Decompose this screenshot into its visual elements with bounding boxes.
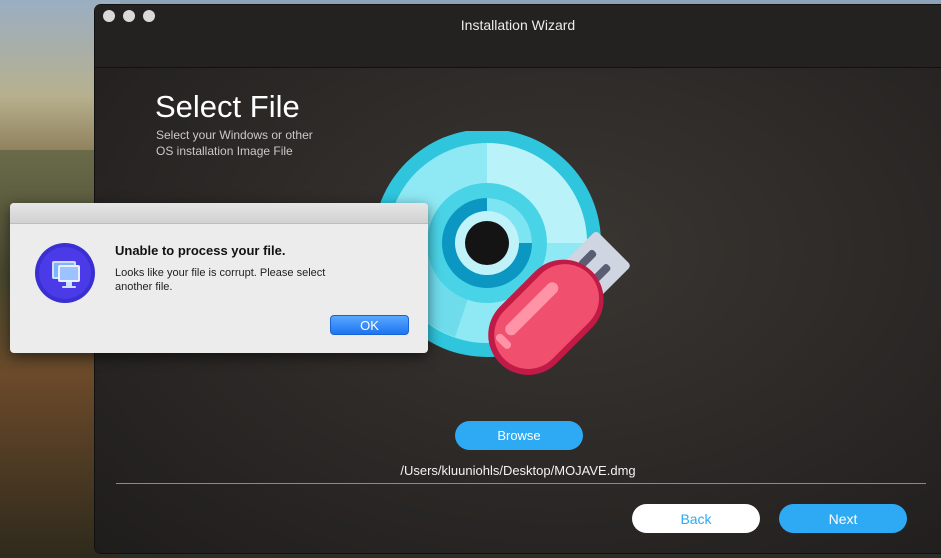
footer-divider	[116, 483, 926, 484]
error-alert-dialog: Unable to process your file. Looks like …	[10, 203, 428, 353]
next-button[interactable]: Next	[779, 504, 907, 533]
alert-message: Looks like your file is corrupt. Please …	[115, 267, 326, 293]
alert-title: Unable to process your file.	[115, 243, 286, 258]
selected-file-path: /Users/kluuniohls/Desktop/MOJAVE.dmg	[400, 463, 636, 478]
alert-titlebar[interactable]	[10, 203, 428, 224]
page-subtitle: Select your Windows or other OS installa…	[156, 128, 313, 158]
window-title: Installation Wizard	[460, 17, 576, 33]
browse-button[interactable]: Browse	[455, 421, 583, 450]
back-button[interactable]: Back	[632, 504, 760, 533]
ok-button[interactable]: OK	[330, 315, 409, 335]
page-title: Select File	[155, 89, 300, 124]
monitor-app-icon	[35, 243, 95, 303]
window-titlebar: Installation Wizard	[95, 5, 941, 68]
